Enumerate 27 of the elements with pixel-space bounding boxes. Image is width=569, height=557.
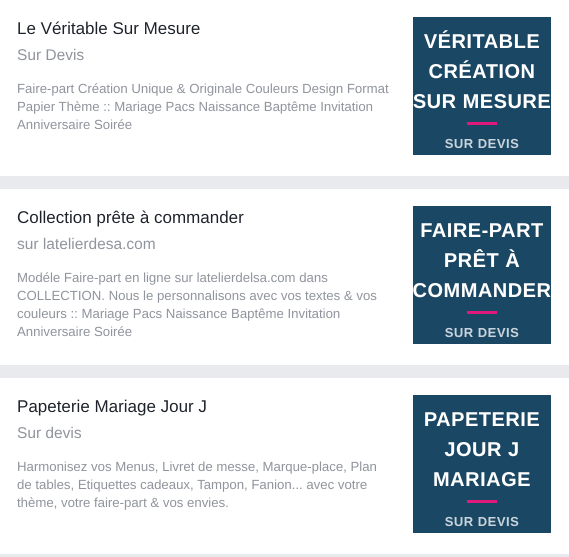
tile-footer: SUR DEVIS [444,325,520,340]
tile-heading: PRÊT À [444,248,520,274]
tile-heading: MARIAGE [433,468,531,493]
listing-subtitle: Sur devis [17,425,83,443]
tile-heading: CRÉATION [428,59,536,85]
listing-title[interactable]: Collection prête à commander [17,208,395,228]
listing-description: Modéle Faire-part en ligne sur latelierdelsa.com dans COLLECTION. Nous le personnalisons avec vos textes & vos couleurs :: Mariage Pacs Naissance Baptême Invitation Anniversaire Soirée [17,269,378,341]
tile-heading: SUR MESURE [412,90,552,115]
listing-subtitle: Sur Devis [17,47,86,65]
promo-tile[interactable]: PAPETERIE JOUR J MARIAGE SUR DEVIS [413,395,551,533]
listing-title[interactable]: Papeterie Mariage Jour J [17,397,395,417]
tile-heading: JOUR J [444,438,520,463]
listing-description: Faire-part Création Unique & Originale Couleurs Design Format Papier Thème :: Mariage Pacs Naissance Baptême Invitation Anniversaire Soirée [17,80,390,134]
tile-footer: SUR DEVIS [444,514,520,529]
tile-heading: VÉRITABLE [424,29,540,55]
promo-tile[interactable]: VÉRITABLE CRÉATION SUR MESURE SUR DEVIS [413,17,551,155]
promo-tile[interactable]: FAIRE-PART PRÊT À COMMANDER SUR DEVIS [413,206,551,344]
accent-line [467,500,497,503]
accent-line [467,311,497,314]
tile-heading: PAPETERIE [424,408,540,433]
tile-heading: FAIRE-PART [420,219,544,244]
listing-description: Harmonisez vos Menus, Livret de messe, Marque-place, Plan de tables, Etiquettes cadeaux, Tampon, Fanion... avec votre thème, votre faire-part & vos envies. [17,458,378,512]
tile-footer: SUR DEVIS [444,136,520,151]
listing-subtitle: sur latelierdesa.com [17,236,157,254]
tile-heading: COMMANDER [412,279,552,304]
listing-title[interactable]: Le Véritable Sur Mesure [17,19,395,39]
accent-line [467,122,497,125]
